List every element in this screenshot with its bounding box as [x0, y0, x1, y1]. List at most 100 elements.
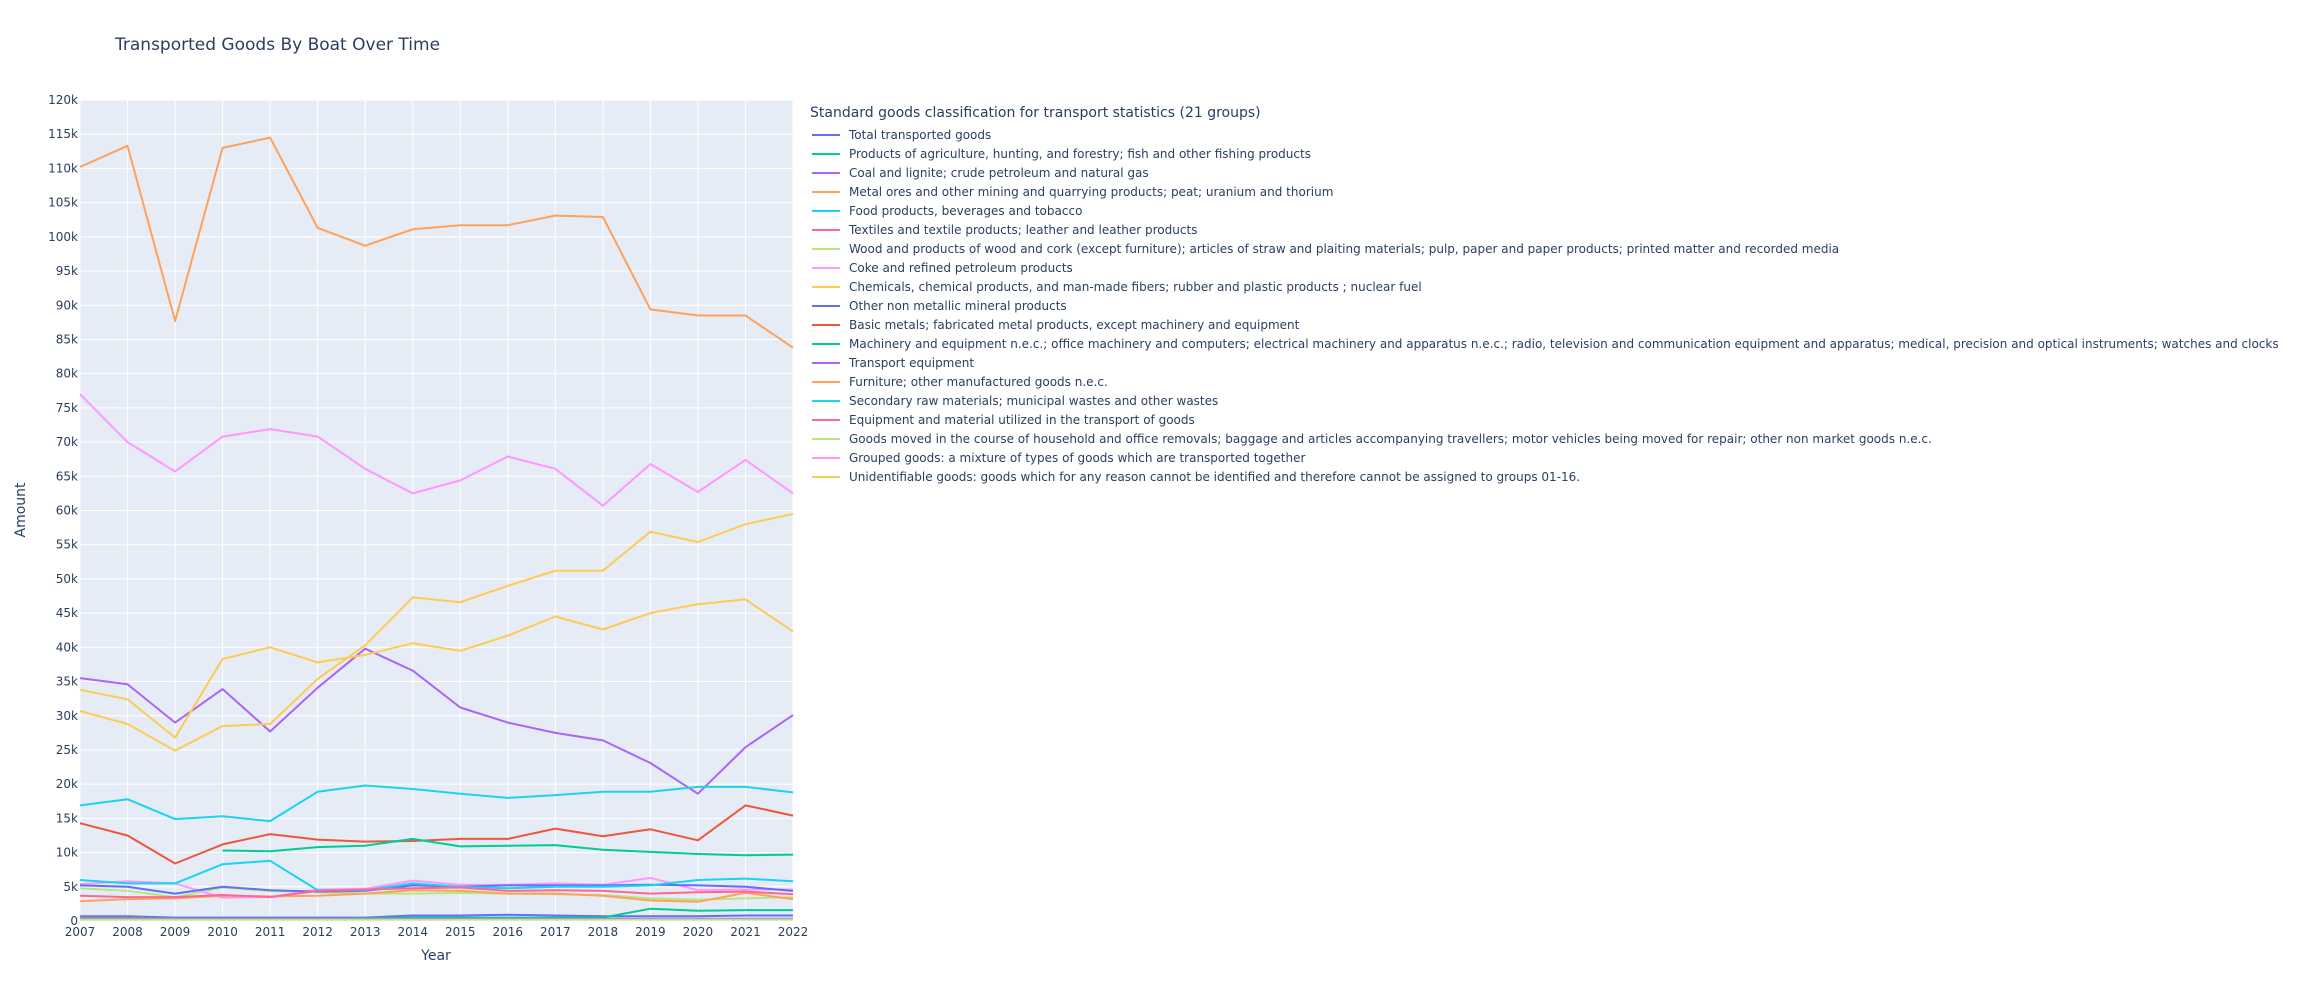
- legend-label: Food products, beverages and tobacco: [849, 203, 1083, 218]
- x-axis-ticks: 2007 2008 2009 2010 2011 2012 2013 2014 2015 2016…: [65, 925, 809, 939]
- legend-swatch: [812, 437, 840, 440]
- legend-label: Unidentifiable goods: goods which for an…: [849, 469, 1581, 484]
- y-tick-label: 40k: [56, 640, 78, 654]
- x-tick-label: 2016: [493, 925, 524, 939]
- legend-label: Grouped goods: a mixture of types of goo…: [849, 450, 1306, 465]
- legend-swatch: [812, 247, 840, 250]
- x-tick-label: 2012: [302, 925, 333, 939]
- y-tick-label: 5k: [63, 880, 78, 894]
- legend-label: Equipment and material utilized in the t…: [849, 412, 1195, 427]
- legend-label: Other non metallic mineral products: [849, 298, 1067, 313]
- y-tick-label: 65k: [56, 469, 78, 483]
- y-tick-label: 105k: [48, 196, 78, 210]
- x-tick-label: 2021: [730, 925, 761, 939]
- legend-swatch: [812, 285, 840, 288]
- y-tick-label: 60k: [56, 504, 78, 518]
- y-tick-label: 75k: [56, 401, 78, 415]
- legend: Standard goods classification for transp…: [810, 104, 2279, 486]
- chart-title: Transported Goods By Boat Over Time: [114, 35, 440, 55]
- legend-label: Wood and products of wood and cork (exce…: [849, 241, 1840, 256]
- y-tick-label: 70k: [56, 435, 78, 449]
- legend-item-4[interactable]: Metal ores and other mining and quarryin…: [810, 182, 2279, 201]
- legend-item-19[interactable]: Unidentifiable goods: goods which for an…: [810, 467, 2279, 486]
- x-tick-label: 2011: [255, 925, 286, 939]
- y-tick-label: 85k: [56, 332, 78, 346]
- y-tick-label: 30k: [56, 709, 78, 723]
- legend-item-13[interactable]: Transport equipment: [810, 353, 2279, 372]
- legend-item-12[interactable]: Machinery and equipment n.e.c.; office m…: [810, 334, 2279, 353]
- y-tick-label: 25k: [56, 743, 78, 757]
- y-tick-label: 110k: [48, 161, 78, 175]
- y-tick-label: 115k: [48, 127, 78, 141]
- legend-item-5[interactable]: Food products, beverages and tobacco: [810, 201, 2279, 220]
- y-tick-label: 35k: [56, 675, 78, 689]
- x-tick-label: 2022: [778, 925, 809, 939]
- legend-item-17[interactable]: Goods moved in the course of household a…: [810, 429, 2279, 448]
- legend-item-6[interactable]: Textiles and textile products; leather a…: [810, 220, 2279, 239]
- legend-item-18[interactable]: Grouped goods: a mixture of types of goo…: [810, 448, 2279, 467]
- y-tick-label: 80k: [56, 367, 78, 381]
- legend-swatch: [812, 361, 840, 364]
- legend-item-1[interactable]: Total transported goods: [810, 125, 2279, 144]
- legend-items: Total transported goods Products of agric…: [810, 125, 2279, 486]
- legend-item-2[interactable]: Products of agriculture, hunting, and fo…: [810, 144, 2279, 163]
- legend-swatch: [812, 418, 840, 421]
- legend-item-10[interactable]: Other non metallic mineral products: [810, 296, 2279, 315]
- legend-label: Coal and lignite; crude petroleum and na…: [849, 165, 1149, 180]
- legend-swatch: [812, 266, 840, 269]
- y-tick-label: 20k: [56, 777, 78, 791]
- y-tick-label: 90k: [56, 298, 78, 312]
- legend-swatch: [812, 342, 840, 345]
- legend-swatch: [812, 171, 840, 174]
- y-tick-label: 15k: [56, 811, 78, 825]
- x-tick-label: 2019: [635, 925, 666, 939]
- legend-label: Machinery and equipment n.e.c.; office m…: [849, 336, 2279, 351]
- legend-label: Goods moved in the course of household a…: [849, 431, 1932, 446]
- legend-swatch: [812, 380, 840, 383]
- y-tick-label: 100k: [48, 230, 78, 244]
- x-tick-label: 2020: [683, 925, 714, 939]
- legend-item-16[interactable]: Equipment and material utilized in the t…: [810, 410, 2279, 429]
- legend-item-8[interactable]: Coke and refined petroleum products: [810, 258, 2279, 277]
- legend-label: Coke and refined petroleum products: [849, 260, 1073, 275]
- legend-label: Textiles and textile products; leather a…: [849, 222, 1198, 237]
- x-tick-label: 2008: [112, 925, 143, 939]
- x-tick-label: 2018: [588, 925, 619, 939]
- y-tick-label: 50k: [56, 572, 78, 586]
- legend-label: Furniture; other manufactured goods n.e.…: [849, 374, 1108, 389]
- legend-swatch: [812, 209, 840, 212]
- legend-swatch: [812, 228, 840, 231]
- y-tick-label: 10k: [56, 846, 78, 860]
- x-tick-label: 2015: [445, 925, 476, 939]
- legend-item-15[interactable]: Secondary raw materials; municipal waste…: [810, 391, 2279, 410]
- legend-item-11[interactable]: Basic metals; fabricated metal products,…: [810, 315, 2279, 334]
- x-tick-label: 2007: [65, 925, 96, 939]
- legend-item-7[interactable]: Wood and products of wood and cork (exce…: [810, 239, 2279, 258]
- legend-label: Basic metals; fabricated metal products,…: [849, 317, 1300, 332]
- legend-swatch: [812, 456, 840, 459]
- legend-item-14[interactable]: Furniture; other manufactured goods n.e.…: [810, 372, 2279, 391]
- y-axis-ticks: 05k10k15k20k25k30k35k40k45k50k55k60k65k7…: [48, 93, 78, 928]
- legend-swatch: [812, 475, 840, 478]
- y-tick-label: 95k: [56, 264, 78, 278]
- legend-swatch: [812, 152, 840, 155]
- legend-swatch: [812, 399, 840, 402]
- y-tick-label: 55k: [56, 538, 78, 552]
- legend-swatch: [812, 190, 840, 193]
- legend-item-9[interactable]: Chemicals, chemical products, and man-ma…: [810, 277, 2279, 296]
- x-tick-label: 2017: [540, 925, 571, 939]
- x-tick-label: 2009: [160, 925, 191, 939]
- x-tick-label: 2013: [350, 925, 381, 939]
- legend-label: Secondary raw materials; municipal waste…: [849, 393, 1219, 408]
- y-tick-label: 120k: [48, 93, 78, 107]
- y-tick-label: 45k: [56, 606, 78, 620]
- y-axis-title: Amount: [13, 482, 29, 538]
- legend-title: Standard goods classification for transp…: [810, 105, 1261, 121]
- legend-swatch: [812, 304, 840, 307]
- x-tick-label: 2014: [397, 925, 428, 939]
- legend-label: Transport equipment: [849, 355, 975, 370]
- legend-item-3[interactable]: Coal and lignite; crude petroleum and na…: [810, 163, 2279, 182]
- legend-swatch: [812, 323, 840, 326]
- legend-label: Chemicals, chemical products, and man-ma…: [849, 279, 1422, 294]
- legend-label: Total transported goods: [849, 127, 992, 142]
